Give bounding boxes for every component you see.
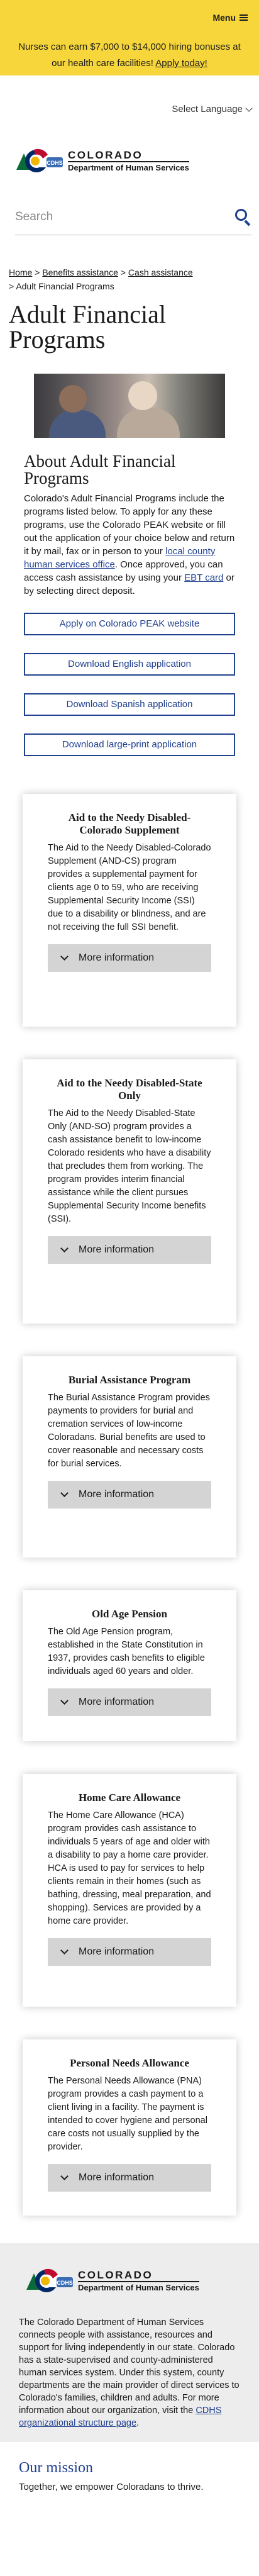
program-description: The Old Age Pension program, established… [48, 1627, 205, 1676]
program-card: Aid to the Needy Disabled-Colorado Suppl… [23, 794, 236, 1027]
program-description: The Burial Assistance Program provides p… [48, 1393, 210, 1469]
download-large-print-button[interactable]: Download large-print application [24, 733, 235, 756]
about-heading: About Adult Financial Programs [24, 452, 176, 488]
colorado-logo-icon: CDHS [16, 148, 63, 172]
footer-logo[interactable]: CDHS COLORADO Department of Human Servic… [25, 2265, 243, 2297]
chevron-down-icon [60, 1697, 69, 1705]
footer-about-text: The Colorado Department of Human Service… [19, 2317, 240, 2428]
language-row: Select Language [0, 75, 259, 123]
more-information-label: More information [79, 1946, 155, 1957]
chevron-down-icon [60, 1244, 69, 1252]
program-description: The Personal Needs Allowance (PNA) progr… [48, 2076, 207, 2152]
download-english-button[interactable]: Download English application [24, 653, 235, 676]
program-title: Aid to the Needy Disabled-Colorado Suppl… [68, 811, 191, 836]
program-description: The Aid to the Needy Disabled-State Only… [48, 1108, 211, 1224]
breadcrumb-separator: > [35, 267, 40, 277]
program-card: Burial Assistance Program The Burial Ass… [23, 1356, 236, 1558]
application-buttons: Apply on Colorado PEAK website Download … [0, 598, 259, 756]
menu-label: Menu [212, 13, 236, 23]
more-information-label: More information [79, 2172, 155, 2183]
menu-button[interactable]: Menu [212, 13, 248, 23]
program-title: Home Care Allowance [78, 1792, 181, 1804]
apply-peak-button[interactable]: Apply on Colorado PEAK website [24, 613, 235, 635]
more-information-button[interactable]: More information [48, 1481, 211, 1508]
chevron-down-icon [60, 2172, 69, 2180]
more-information-label: More information [79, 1697, 155, 1707]
about-text: Colorado's Adult Financial Programs incl… [24, 493, 235, 596]
search-input[interactable] [15, 209, 204, 224]
program-card: Aid to the Needy Disabled-State Only The… [23, 1059, 236, 1324]
alert-banner: Nurses can earn $7,000 to $14,000 hiring… [0, 35, 259, 75]
logo-colorado-text: COLORADO [68, 148, 143, 161]
program-title: Burial Assistance Program [68, 1374, 191, 1386]
program-card: Home Care Allowance The Home Care Allowa… [23, 1774, 236, 2007]
alert-apply-link[interactable]: Apply today! [155, 58, 207, 69]
breadcrumb-current: Adult Financial Programs [16, 281, 114, 291]
svg-text:CDHS: CDHS [57, 2280, 73, 2286]
more-information-button[interactable]: More information [48, 944, 211, 972]
logo-row: CDHS COLORADO Department of Human Servic… [0, 123, 259, 199]
language-label: Select Language [172, 104, 243, 114]
more-information-button[interactable]: More information [48, 2164, 211, 2192]
program-title: Personal Needs Allowance [70, 2057, 189, 2069]
more-information-button[interactable]: More information [48, 1236, 211, 1264]
program-description: The Home Care Allowance (HCA) program pr… [48, 1810, 211, 1926]
language-select[interactable]: Select Language [172, 104, 253, 114]
mission-heading: Our mission [19, 2460, 94, 2476]
program-title: Aid to the Needy Disabled-State Only [57, 1077, 202, 1101]
mission-text: Together, we empower Coloradans to thriv… [19, 2482, 204, 2492]
logo-department-text: Department of Human Services [78, 2281, 199, 2292]
breadcrumb: Home > Benefits assistance > Cash assist… [0, 235, 259, 293]
hamburger-icon [240, 14, 248, 21]
cdhs-logo[interactable]: CDHS COLORADO Department of Human Servic… [15, 145, 189, 177]
ebt-card-link[interactable]: EBT card [184, 572, 223, 583]
breadcrumb-cash[interactable]: Cash assistance [128, 267, 193, 277]
more-information-button[interactable]: More information [48, 1938, 211, 1966]
chevron-down-icon [60, 1946, 69, 1954]
download-spanish-button[interactable]: Download Spanish application [24, 693, 235, 716]
chevron-down-icon [60, 1489, 69, 1497]
chevron-down-icon [245, 104, 253, 112]
breadcrumb-home[interactable]: Home [9, 267, 32, 277]
breadcrumb-separator: > [9, 281, 14, 291]
hero-image [34, 374, 225, 438]
more-information-label: More information [79, 1244, 155, 1255]
logo-text: COLORADO Department of Human Services [68, 148, 189, 173]
program-description: The Aid to the Needy Disabled-Colorado S… [48, 843, 211, 932]
more-information-label: More information [79, 952, 155, 963]
chevron-down-icon [60, 952, 69, 961]
svg-text:CDHS: CDHS [47, 160, 63, 166]
program-title: Old Age Pension [92, 1608, 167, 1620]
logo-text: COLORADO Department of Human Services [78, 2268, 199, 2293]
breadcrumb-benefits[interactable]: Benefits assistance [42, 267, 118, 277]
more-information-button[interactable]: More information [48, 1688, 211, 1716]
colorado-logo-icon: CDHS [26, 2268, 73, 2292]
logo-department-text: Department of Human Services [68, 161, 189, 172]
breadcrumb-separator: > [120, 267, 126, 277]
program-card: Personal Needs Allowance The Personal Ne… [23, 2039, 236, 2216]
search-icon[interactable] [235, 208, 251, 226]
search-bar [15, 199, 251, 235]
page-title: Adult Financial Programs [9, 300, 166, 354]
mission-section: Our mission Together, we empower Colorad… [0, 2442, 259, 2492]
more-information-label: More information [79, 1489, 155, 1500]
logo-colorado-text: COLORADO [78, 2268, 153, 2281]
footer: CDHS COLORADO Department of Human Servic… [0, 2243, 259, 2442]
top-bar: Menu [0, 0, 259, 35]
program-card: Old Age Pension The Old Age Pension prog… [23, 1590, 236, 1741]
